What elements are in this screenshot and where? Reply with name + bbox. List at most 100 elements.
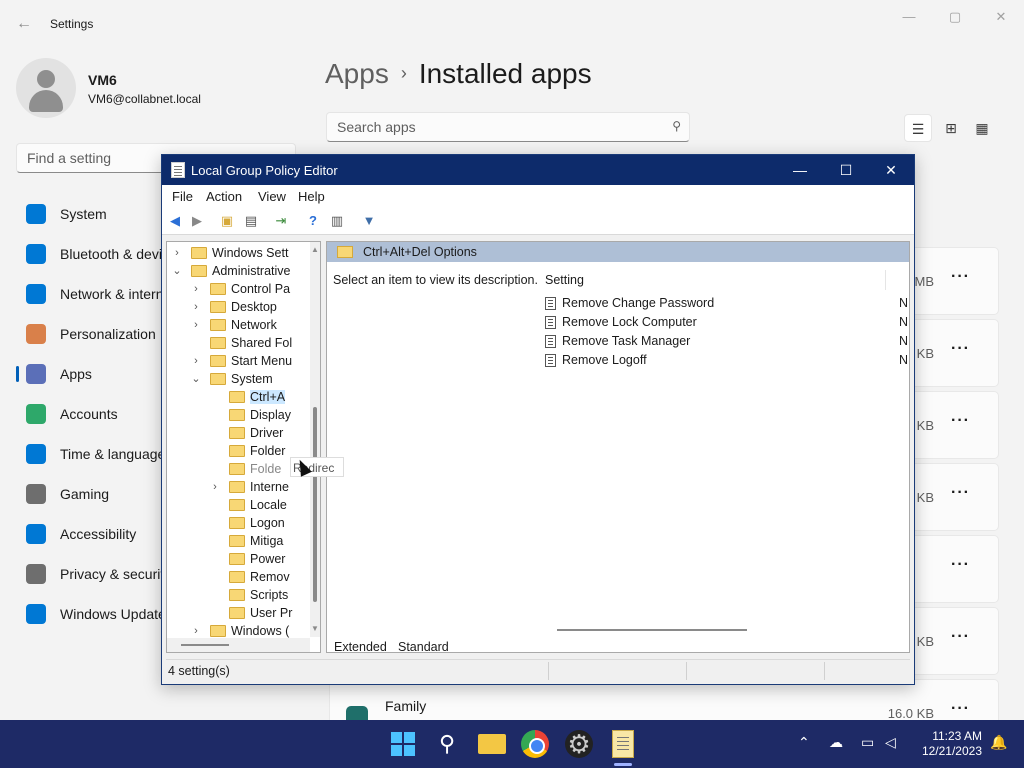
export-list-icon[interactable]: ⇥ xyxy=(272,212,290,230)
gpe-minimize-icon[interactable]: — xyxy=(777,155,823,185)
chevron-right-icon[interactable]: › xyxy=(190,280,202,298)
search-icon[interactable]: ⚲ xyxy=(433,730,461,758)
settings-gear-icon[interactable]: ⚙ xyxy=(565,730,593,758)
tab-standard[interactable]: Standard xyxy=(398,640,449,654)
menu-file[interactable]: File xyxy=(172,189,193,204)
tree-item[interactable]: › Network xyxy=(167,316,310,334)
chrome-icon[interactable] xyxy=(521,730,549,758)
search-apps-input[interactable]: Search apps ⚲ xyxy=(326,112,690,142)
menu-help[interactable]: Help xyxy=(298,189,325,204)
tree-horizontal-scrollbar[interactable] xyxy=(167,638,310,652)
tree-item[interactable]: › Windows Sett xyxy=(167,244,310,262)
more-options-icon[interactable]: ··· xyxy=(951,700,970,718)
tree-item[interactable]: ⌄ System xyxy=(167,370,310,388)
scroll-down-icon[interactable]: ▼ xyxy=(311,624,319,633)
scroll-thumb[interactable] xyxy=(181,644,229,646)
breadcrumb-parent[interactable]: Apps xyxy=(325,58,389,89)
sidebar-item[interactable]: System xyxy=(16,196,166,232)
sidebar-item[interactable]: Network & internet xyxy=(16,276,175,312)
file-explorer-icon[interactable] xyxy=(478,734,506,754)
sidebar-item[interactable]: Apps xyxy=(16,356,166,392)
tree-item[interactable]: Scripts xyxy=(167,586,310,604)
sidebar-item[interactable]: Personalization xyxy=(16,316,166,352)
tree-item[interactable]: Power xyxy=(167,550,310,568)
up-folder-icon[interactable]: ▣ xyxy=(218,212,236,230)
policy-setting-row[interactable]: Remove Task Manager N xyxy=(545,332,909,351)
column-divider[interactable] xyxy=(885,270,886,290)
menu-action[interactable]: Action xyxy=(206,189,242,204)
tile-view-icon[interactable]: ⊞ xyxy=(937,114,965,142)
tree-item[interactable]: Shared Fol xyxy=(167,334,310,352)
back-icon[interactable]: ◀ xyxy=(166,212,184,230)
maximize-icon[interactable]: ▢ xyxy=(939,8,971,26)
chevron-up-icon[interactable]: ⌃ xyxy=(798,734,810,751)
show-hide-tree-icon[interactable]: ▤ xyxy=(242,212,260,230)
sidebar-item[interactable]: Accessibility xyxy=(16,516,166,552)
gpe-close-icon[interactable]: ✕ xyxy=(868,155,914,185)
tree-item[interactable]: Ctrl+A xyxy=(167,388,310,406)
onedrive-icon[interactable]: ☁ xyxy=(829,734,843,751)
scroll-thumb[interactable] xyxy=(557,629,747,631)
settings-column-header[interactable]: Setting xyxy=(539,266,909,292)
sidebar-item[interactable]: Bluetooth & devices xyxy=(16,236,184,272)
properties-icon[interactable]: ▥ xyxy=(328,212,346,230)
sidebar-item[interactable]: Accounts xyxy=(16,396,166,432)
tree-item[interactable]: Folder xyxy=(167,442,310,460)
sidebar-item[interactable]: Windows Update xyxy=(16,596,166,632)
tree-item[interactable]: › Desktop xyxy=(167,298,310,316)
menu-view[interactable]: View xyxy=(258,189,286,204)
filter-icon[interactable]: ▼ xyxy=(360,212,378,230)
chevron-down-icon[interactable]: ⌄ xyxy=(171,262,183,280)
minimize-icon[interactable]: — xyxy=(893,8,925,26)
close-icon[interactable]: ✕ xyxy=(985,8,1017,26)
tree-item[interactable]: Driver xyxy=(167,424,310,442)
tree-item[interactable]: Folde xyxy=(167,460,310,478)
sidebar-item[interactable]: Gaming xyxy=(16,476,166,512)
chevron-right-icon[interactable]: › xyxy=(190,352,202,370)
sidebar-item[interactable]: Privacy & security xyxy=(16,556,171,592)
chevron-right-icon[interactable]: › xyxy=(190,316,202,334)
tree-item[interactable]: › Start Menu xyxy=(167,352,310,370)
clock[interactable]: 11:23 AM 12/21/2023 xyxy=(912,729,982,759)
tree-item[interactable]: Display xyxy=(167,406,310,424)
tree-item[interactable]: Logon xyxy=(167,514,310,532)
tree-item[interactable]: Mitiga xyxy=(167,532,310,550)
back-arrow-icon[interactable]: ← xyxy=(14,14,34,34)
chevron-right-icon[interactable]: › xyxy=(209,478,221,496)
tree-item[interactable]: Locale xyxy=(167,496,310,514)
sidebar-item[interactable]: Time & language xyxy=(16,436,166,472)
policy-setting-row[interactable]: Remove Change Password N xyxy=(545,294,909,313)
more-options-icon[interactable]: ··· xyxy=(951,628,970,646)
details-horizontal-scrollbar[interactable] xyxy=(539,624,909,636)
tree-item[interactable]: Remov xyxy=(167,568,310,586)
scroll-thumb[interactable] xyxy=(313,407,317,602)
more-options-icon[interactable]: ··· xyxy=(951,556,970,574)
more-options-icon[interactable]: ··· xyxy=(951,412,970,430)
grid-view-icon[interactable]: ▦ xyxy=(968,114,996,142)
chevron-right-icon[interactable]: › xyxy=(190,298,202,316)
avatar[interactable] xyxy=(16,58,76,118)
tree-item[interactable]: ⌄ Administrative xyxy=(167,262,310,280)
more-options-icon[interactable]: ··· xyxy=(951,484,970,502)
list-view-icon[interactable]: ☰ xyxy=(904,114,932,142)
forward-icon[interactable]: ▶ xyxy=(188,212,206,230)
notification-bell-icon[interactable]: 🔔 xyxy=(990,734,1007,751)
volume-icon[interactable]: ◁ xyxy=(885,734,896,751)
network-icon[interactable]: ▭ xyxy=(861,734,874,751)
scroll-up-icon[interactable]: ▲ xyxy=(311,245,319,254)
tree-item[interactable]: User Pr xyxy=(167,604,310,622)
help-icon[interactable]: ? xyxy=(304,212,322,230)
gpe-maximize-icon[interactable]: ☐ xyxy=(823,155,869,185)
policy-setting-row[interactable]: Remove Lock Computer N xyxy=(545,313,909,332)
tree-vertical-scrollbar[interactable]: ▲ ▼ xyxy=(310,242,320,637)
tree-item[interactable]: › Control Pa xyxy=(167,280,310,298)
group-policy-taskbar-icon[interactable] xyxy=(612,730,634,758)
more-options-icon[interactable]: ··· xyxy=(951,340,970,358)
chevron-right-icon[interactable]: › xyxy=(171,244,183,262)
start-windows-icon[interactable] xyxy=(389,730,417,758)
tree-item[interactable]: › Interne xyxy=(167,478,310,496)
tab-extended[interactable]: Extended xyxy=(334,640,387,654)
chevron-down-icon[interactable]: ⌄ xyxy=(190,370,202,388)
more-options-icon[interactable]: ··· xyxy=(951,268,970,286)
policy-setting-row[interactable]: Remove Logoff N xyxy=(545,351,909,370)
